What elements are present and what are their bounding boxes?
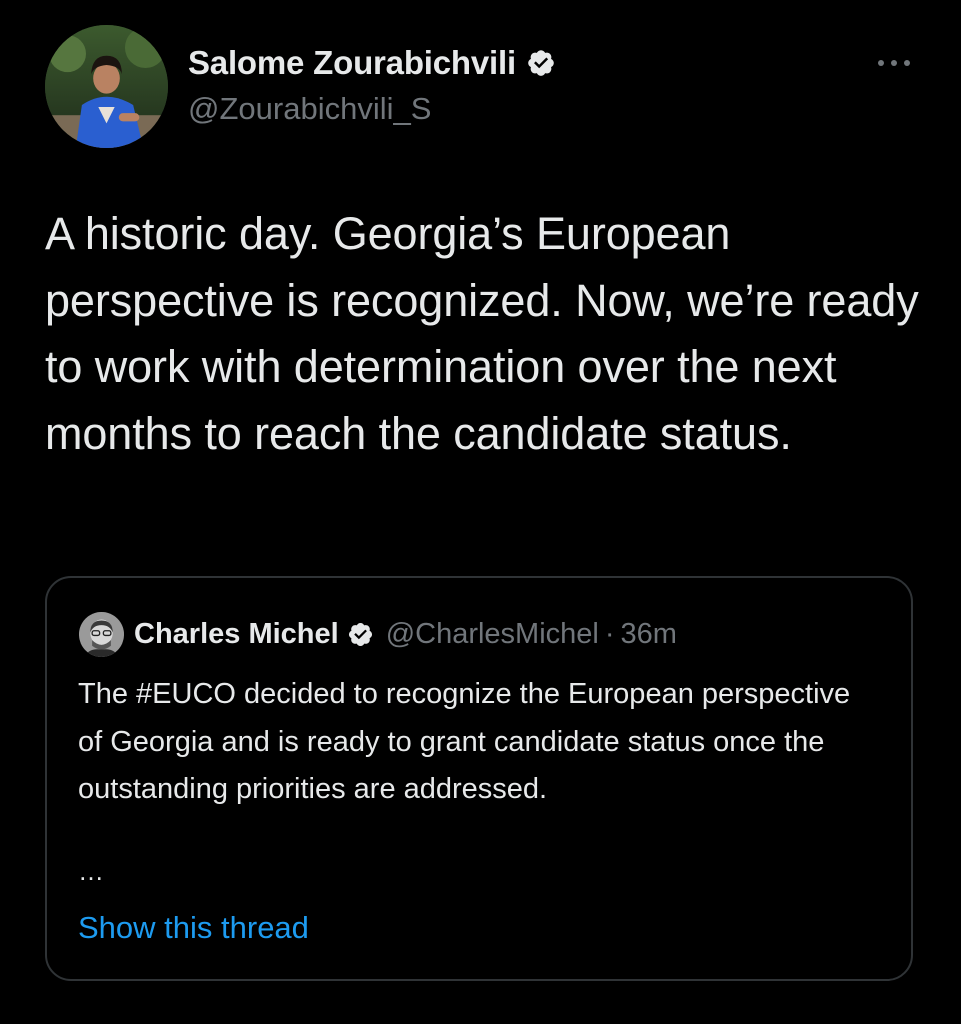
quoted-tweet-card[interactable]: Charles Michel @CharlesMichel · 36m The … xyxy=(45,576,913,981)
tweet-text: A historic day. Georgia’s European persp… xyxy=(45,208,919,459)
verified-badge-icon xyxy=(348,622,372,647)
author-handle[interactable]: @Zourabichvili_S xyxy=(188,91,431,127)
quoted-author-avatar[interactable] xyxy=(79,612,124,657)
quoted-author-handle[interactable]: @CharlesMichel xyxy=(386,618,599,651)
quoted-tweet-header: Charles Michel @CharlesMichel · 36m xyxy=(79,612,677,657)
author-avatar-image xyxy=(45,25,168,148)
quoted-meta-separator: · xyxy=(604,618,615,650)
more-options-icon xyxy=(878,60,910,66)
quoted-tweet-text: The #EUCO decided to recognize the Europ… xyxy=(78,678,851,805)
show-thread-link[interactable]: Show this thread xyxy=(78,910,309,946)
author-display-name[interactable]: Salome Zourabichvili xyxy=(188,44,516,82)
verified-badge-icon xyxy=(528,50,554,76)
tweet-card: Salome Zourabichvili @Zourabichvili_S A … xyxy=(0,0,961,1024)
quoted-tweet-timestamp[interactable]: 36m xyxy=(621,618,677,651)
quoted-author-display-name[interactable]: Charles Michel xyxy=(134,618,339,651)
author-avatar[interactable] xyxy=(45,25,168,148)
quoted-tweet-ellipsis: … xyxy=(78,856,104,886)
quoted-author-avatar-image xyxy=(79,612,124,657)
more-options-button[interactable] xyxy=(872,48,916,78)
author-name-row[interactable]: Salome Zourabichvili xyxy=(188,44,556,82)
